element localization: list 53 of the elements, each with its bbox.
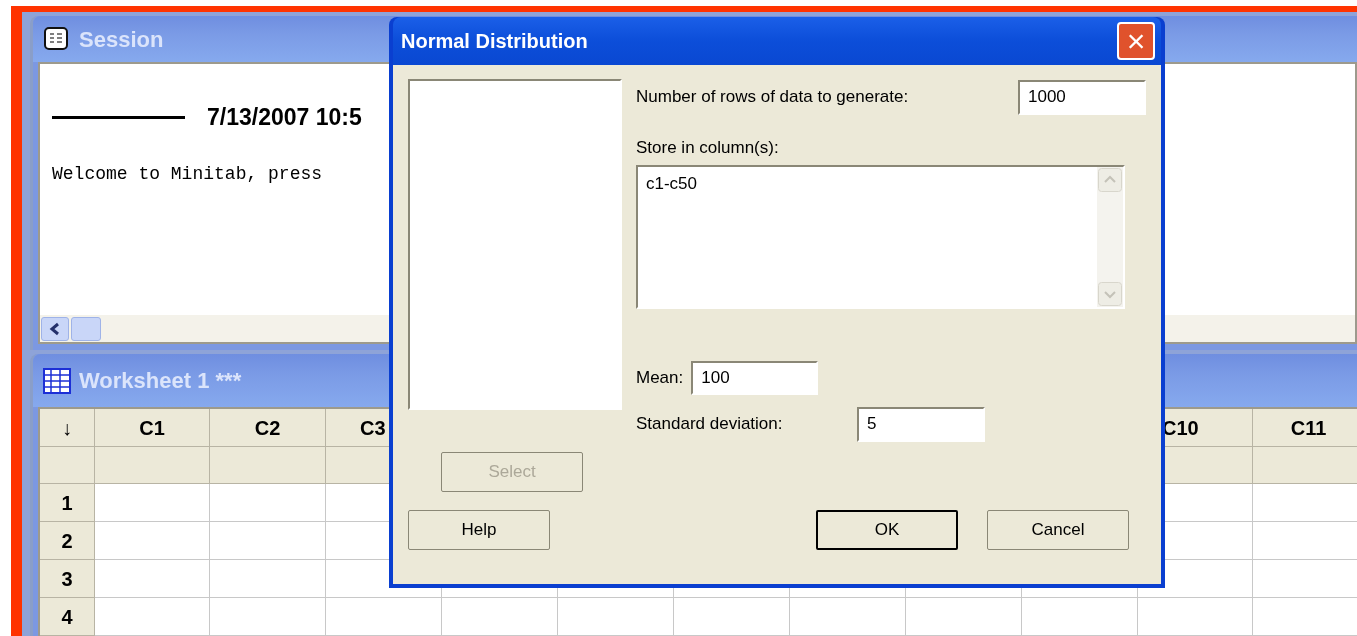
field-label: Number of rows of data to generate: — [636, 86, 909, 109]
table-cell[interactable] — [790, 598, 906, 636]
column-name-cell[interactable] — [1253, 447, 1357, 484]
table-cell[interactable] — [906, 598, 1022, 636]
dialog-button[interactable]: OK — [816, 510, 958, 550]
text-area[interactable]: c1-c50 — [636, 164, 1125, 309]
table-cell[interactable] — [1138, 598, 1253, 636]
field-label: Standard deviation: — [636, 413, 784, 436]
table-cell[interactable] — [210, 598, 326, 636]
scroll-left-icon[interactable] — [41, 316, 69, 341]
close-button[interactable]: × — [1117, 22, 1155, 60]
table-cell[interactable] — [674, 598, 790, 636]
scroll-down-icon[interactable] — [1098, 281, 1122, 306]
session-timestamp: 7/13/2007 10:5 — [207, 103, 362, 132]
table-cell[interactable] — [210, 522, 326, 560]
input-field[interactable]: 1000 — [1018, 79, 1146, 115]
table-cell[interactable] — [95, 484, 210, 522]
input-field[interactable]: 100 — [691, 360, 819, 395]
table-cell[interactable] — [95, 522, 210, 560]
column-header[interactable]: ↓ — [40, 409, 95, 447]
table-cell[interactable] — [210, 560, 326, 598]
column-header[interactable]: C2 — [210, 409, 326, 447]
table-cell[interactable] — [95, 560, 210, 598]
dialog-button[interactable]: Help — [408, 510, 550, 550]
spreadsheet-icon — [43, 367, 71, 394]
scroll-icon — [43, 26, 71, 52]
table-cell[interactable] — [326, 598, 442, 636]
column-header[interactable]: C1 — [95, 409, 210, 447]
row-header[interactable]: 4 — [40, 598, 95, 636]
table-cell[interactable] — [442, 598, 558, 636]
field-label: Mean: — [636, 366, 684, 389]
column-name-cell[interactable] — [210, 447, 326, 484]
table-cell[interactable] — [558, 598, 674, 636]
column-header[interactable]: C11 — [1253, 409, 1357, 447]
field-label: Store in column(s): — [636, 137, 780, 159]
row-header[interactable]: 1 — [40, 484, 95, 522]
row-header[interactable]: 2 — [40, 522, 95, 560]
scroll-thumb[interactable] — [71, 316, 101, 341]
table-cell[interactable] — [1022, 598, 1138, 636]
table-cell[interactable] — [210, 484, 326, 522]
row-header[interactable] — [40, 447, 95, 484]
input-field[interactable]: 5 — [857, 406, 985, 442]
dialog-button[interactable]: Cancel — [987, 510, 1129, 550]
table-cell[interactable] — [95, 598, 210, 636]
session-message: Welcome to Minitab, press — [52, 162, 323, 186]
dialog-title: Normal Distribution — [401, 29, 588, 54]
vertical-scrollbar[interactable] — [1097, 166, 1123, 307]
scroll-up-icon[interactable] — [1098, 167, 1122, 192]
window-title: Worksheet 1 *** — [79, 367, 242, 395]
variable-list[interactable] — [408, 79, 622, 410]
window-title: Session — [79, 25, 164, 54]
column-name-cell[interactable] — [95, 447, 210, 484]
row-header[interactable]: 3 — [40, 560, 95, 598]
